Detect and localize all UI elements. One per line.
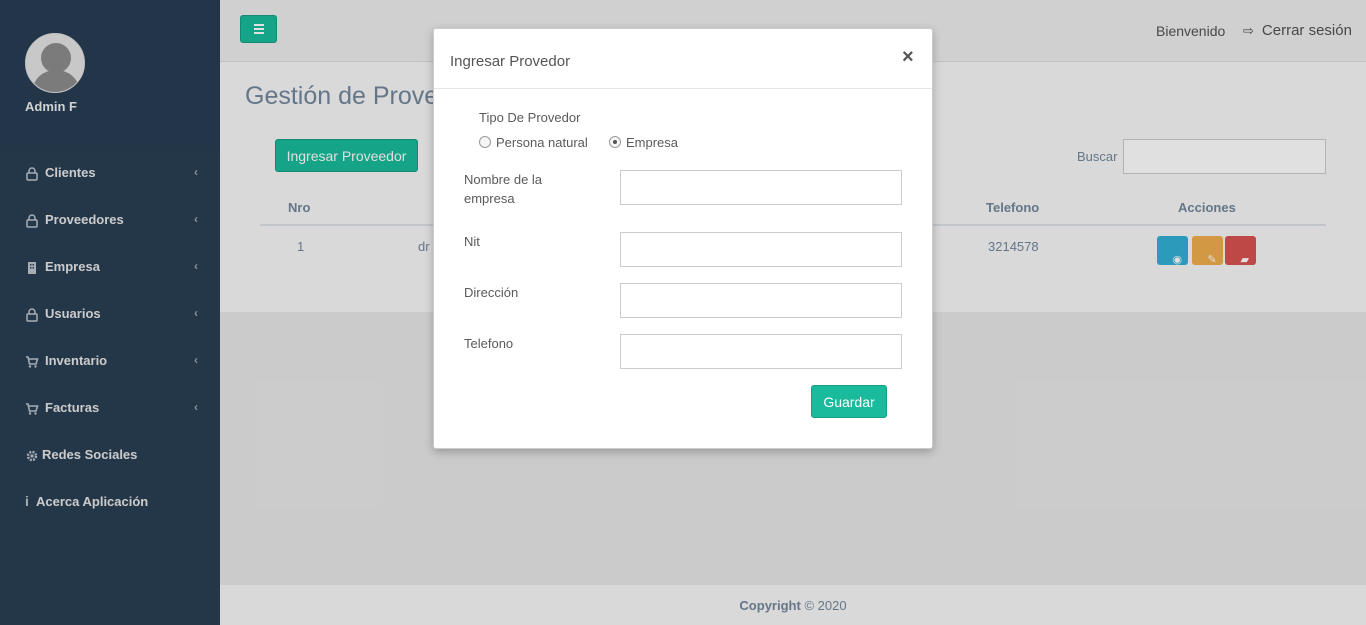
- company-name-label: Nombre de la empresa: [464, 170, 542, 208]
- radio-empresa[interactable]: Empresa: [609, 135, 678, 150]
- close-button[interactable]: ×: [902, 46, 914, 69]
- provider-type-label: Tipo De Provedor: [479, 110, 581, 125]
- radio-button-checked[interactable]: [609, 136, 621, 148]
- nit-label: Nit: [464, 234, 480, 249]
- phone-input[interactable]: [620, 334, 902, 369]
- radio-button[interactable]: [479, 136, 491, 148]
- company-name-input[interactable]: [620, 170, 902, 205]
- company-name-label-line1: Nombre de la: [464, 172, 543, 187]
- phone-label: Telefono: [464, 336, 514, 351]
- modal-header: Ingresar Provedor ×: [434, 29, 932, 89]
- radio-label: Empresa: [626, 135, 679, 150]
- modal-title: Ingresar Provedor: [450, 53, 571, 70]
- save-button[interactable]: Guardar: [811, 385, 887, 418]
- company-name-label-line2: empresa: [464, 191, 515, 206]
- add-provider-modal: Ingresar Provedor × Tipo De Provedor Per…: [433, 28, 933, 449]
- radio-persona-natural[interactable]: Persona natural: [479, 135, 588, 150]
- address-label: Dirección: [464, 285, 519, 300]
- address-input[interactable]: [620, 283, 902, 318]
- radio-label: Persona natural: [496, 135, 588, 150]
- nit-input[interactable]: [620, 232, 902, 267]
